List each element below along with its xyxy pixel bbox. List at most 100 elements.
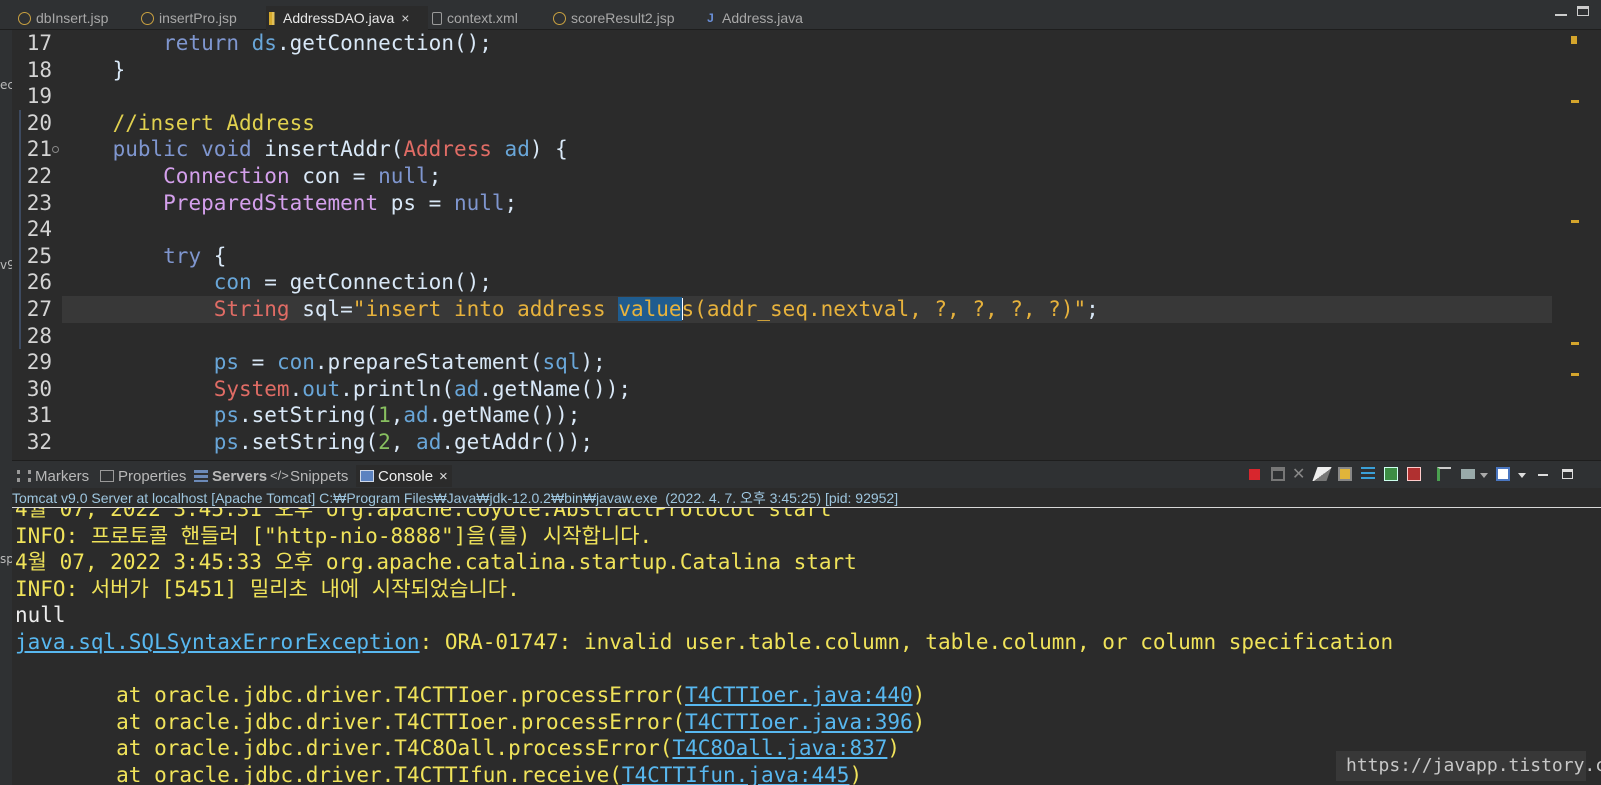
maximize-icon[interactable] — [1577, 6, 1589, 16]
line-number: 18 — [26, 57, 52, 82]
occurrence-marker[interactable] — [1571, 220, 1579, 223]
maximize-icon[interactable] — [1562, 469, 1573, 479]
stack-trace-line: at oracle.jdbc.driver.T4C8Oall.processEr… — [15, 735, 900, 762]
code-token: Connection — [163, 164, 290, 188]
code-token: ds — [251, 31, 277, 55]
code-token: { — [201, 243, 227, 268]
occurrence-marker[interactable] — [1571, 373, 1579, 376]
display-console-icon[interactable] — [1461, 469, 1475, 479]
code-token: con = — [289, 164, 379, 188]
chevron-down-icon[interactable] — [1480, 473, 1488, 482]
line-number: 24 — [26, 217, 52, 242]
console-text: ) — [887, 736, 901, 761]
stack-trace-line: at oracle.jdbc.driver.T4CTTIoer.processE… — [15, 709, 925, 736]
close-icon[interactable]: × — [439, 468, 448, 485]
code-token: String — [213, 297, 290, 321]
pin-console-icon[interactable] — [1437, 467, 1451, 481]
tab-address-java[interactable]: J Address.java — [704, 6, 824, 30]
show-stderr-icon[interactable] — [1407, 467, 1421, 481]
tab-label: Address.java — [722, 10, 803, 26]
stack-trace-line: at oracle.jdbc.driver.T4CTTIfun.receive(… — [15, 762, 862, 785]
source-link[interactable]: T4CTTIfun.java:445 — [622, 763, 850, 785]
source-link[interactable]: T4CTTIoer.java:440 — [685, 683, 913, 707]
code-line: ps.setString(1,ad.getName()); — [62, 402, 1552, 429]
minimize-icon[interactable] — [1538, 474, 1548, 476]
line-number: 17 — [26, 31, 52, 55]
word-wrap-icon[interactable] — [1361, 467, 1375, 481]
code-token: ; — [1086, 297, 1099, 321]
code-token: sql= — [289, 297, 353, 321]
code-token: ps — [213, 403, 240, 428]
scroll-lock-icon[interactable] — [1338, 467, 1352, 481]
code-line: con = getConnection(); — [62, 269, 1552, 296]
open-console-icon[interactable] — [1496, 467, 1510, 481]
tab-scoreresult2-jsp[interactable]: scoreResult2.jsp — [553, 6, 701, 30]
watermark: https://javapp.tistory.com/ — [1336, 751, 1601, 781]
code-token: ps = — [378, 190, 454, 215]
source-link[interactable]: T4C8Oall.java:837 — [672, 736, 887, 760]
remove-all-icon[interactable]: ✕ — [1292, 466, 1306, 482]
occurrence-marker[interactable] — [1571, 100, 1579, 103]
left-clipped-panel: ec v9 sp — [0, 30, 15, 785]
source-link[interactable]: T4CTTIoer.java:396 — [685, 710, 913, 734]
jsp-file-icon — [141, 11, 154, 25]
tab-properties[interactable]: Properties — [100, 465, 186, 487]
code-token: , — [390, 403, 404, 428]
code-token: ad — [453, 376, 480, 401]
console-text: at oracle.jdbc.driver.T4CTTIoer.processE… — [15, 709, 686, 734]
console-output[interactable]: 4월 07, 2022 3:45:31 오후 org.apache.coyote… — [12, 508, 1601, 785]
java-file-icon — [269, 11, 278, 25]
tab-addressdao-java[interactable]: AddressDAO.java × — [266, 6, 428, 30]
console-text: at oracle.jdbc.driver.T4CTTIfun.receive( — [15, 763, 622, 785]
line-number: 25 — [26, 243, 52, 268]
tab-dbinsert-jsp[interactable]: dbInsert.jsp — [18, 6, 138, 30]
code-token: = — [239, 350, 277, 375]
code-token: ; — [428, 164, 442, 188]
exception-link[interactable]: java.sql.SQLSyntaxErrorException — [15, 630, 420, 654]
view-menu-icon[interactable] — [1518, 473, 1526, 482]
console-text: at oracle.jdbc.driver.T4C8Oall.processEr… — [15, 736, 673, 761]
console-line: INFO: 서버가 [5451] 밀리초 내에 시작되었습니다. — [15, 576, 520, 601]
console-line: 4월 07, 2022 3:45:33 오후 org.apache.catali… — [15, 550, 857, 575]
editor-tab-bar: dbInsert.jsp insertPro.jsp AddressDAO.ja… — [0, 0, 1601, 30]
show-stdout-icon[interactable] — [1384, 467, 1398, 481]
tab-context-xml[interactable]: context.xml — [432, 6, 550, 30]
warning-marker[interactable] — [1571, 36, 1577, 44]
close-icon[interactable]: × — [401, 10, 409, 26]
code-token: ps — [213, 430, 240, 454]
code-token: ) { — [529, 137, 568, 162]
tab-console[interactable]: Console × — [356, 465, 452, 487]
code-editor[interactable]: 17 18 19 20 21 22 23 24 25 26 27 28 29 3… — [12, 30, 1601, 460]
tab-snippets[interactable]: </> Snippets — [270, 465, 348, 487]
code-token: out — [302, 376, 341, 401]
code-line: return ds.getConnection(); — [62, 30, 1552, 57]
overview-ruler[interactable] — [1564, 30, 1601, 460]
code-token: .getName()); — [428, 403, 581, 428]
code-token: Address — [403, 137, 492, 162]
fold-icon[interactable] — [52, 146, 59, 153]
code-line: //insert Address — [62, 110, 1552, 137]
code-token: .prepareStatement( — [314, 350, 543, 375]
tab-insertpro-jsp[interactable]: insertPro.jsp — [141, 6, 266, 30]
tab-label: AddressDAO.java — [283, 10, 395, 26]
remove-launch-icon[interactable] — [1271, 467, 1285, 481]
tab-label: insertPro.jsp — [159, 10, 237, 26]
tab-markers[interactable]: Markers — [17, 465, 89, 487]
code-token: .println( — [340, 376, 454, 401]
console-process-label: Tomcat v9.0 Server at localhost [Apache … — [12, 488, 1601, 508]
code-token: . — [289, 376, 303, 401]
clear-console-icon[interactable] — [1312, 467, 1332, 481]
minimize-icon[interactable] — [1555, 6, 1567, 16]
tab-label: dbInsert.jsp — [36, 10, 109, 26]
occurrence-marker[interactable] — [1571, 342, 1579, 345]
code-token: .getConnection(); — [276, 31, 492, 55]
code-token: = getConnection(); — [251, 270, 492, 295]
terminate-icon[interactable] — [1249, 469, 1260, 480]
tab-servers[interactable]: Servers — [194, 465, 267, 487]
line-number: 23 — [26, 190, 52, 215]
